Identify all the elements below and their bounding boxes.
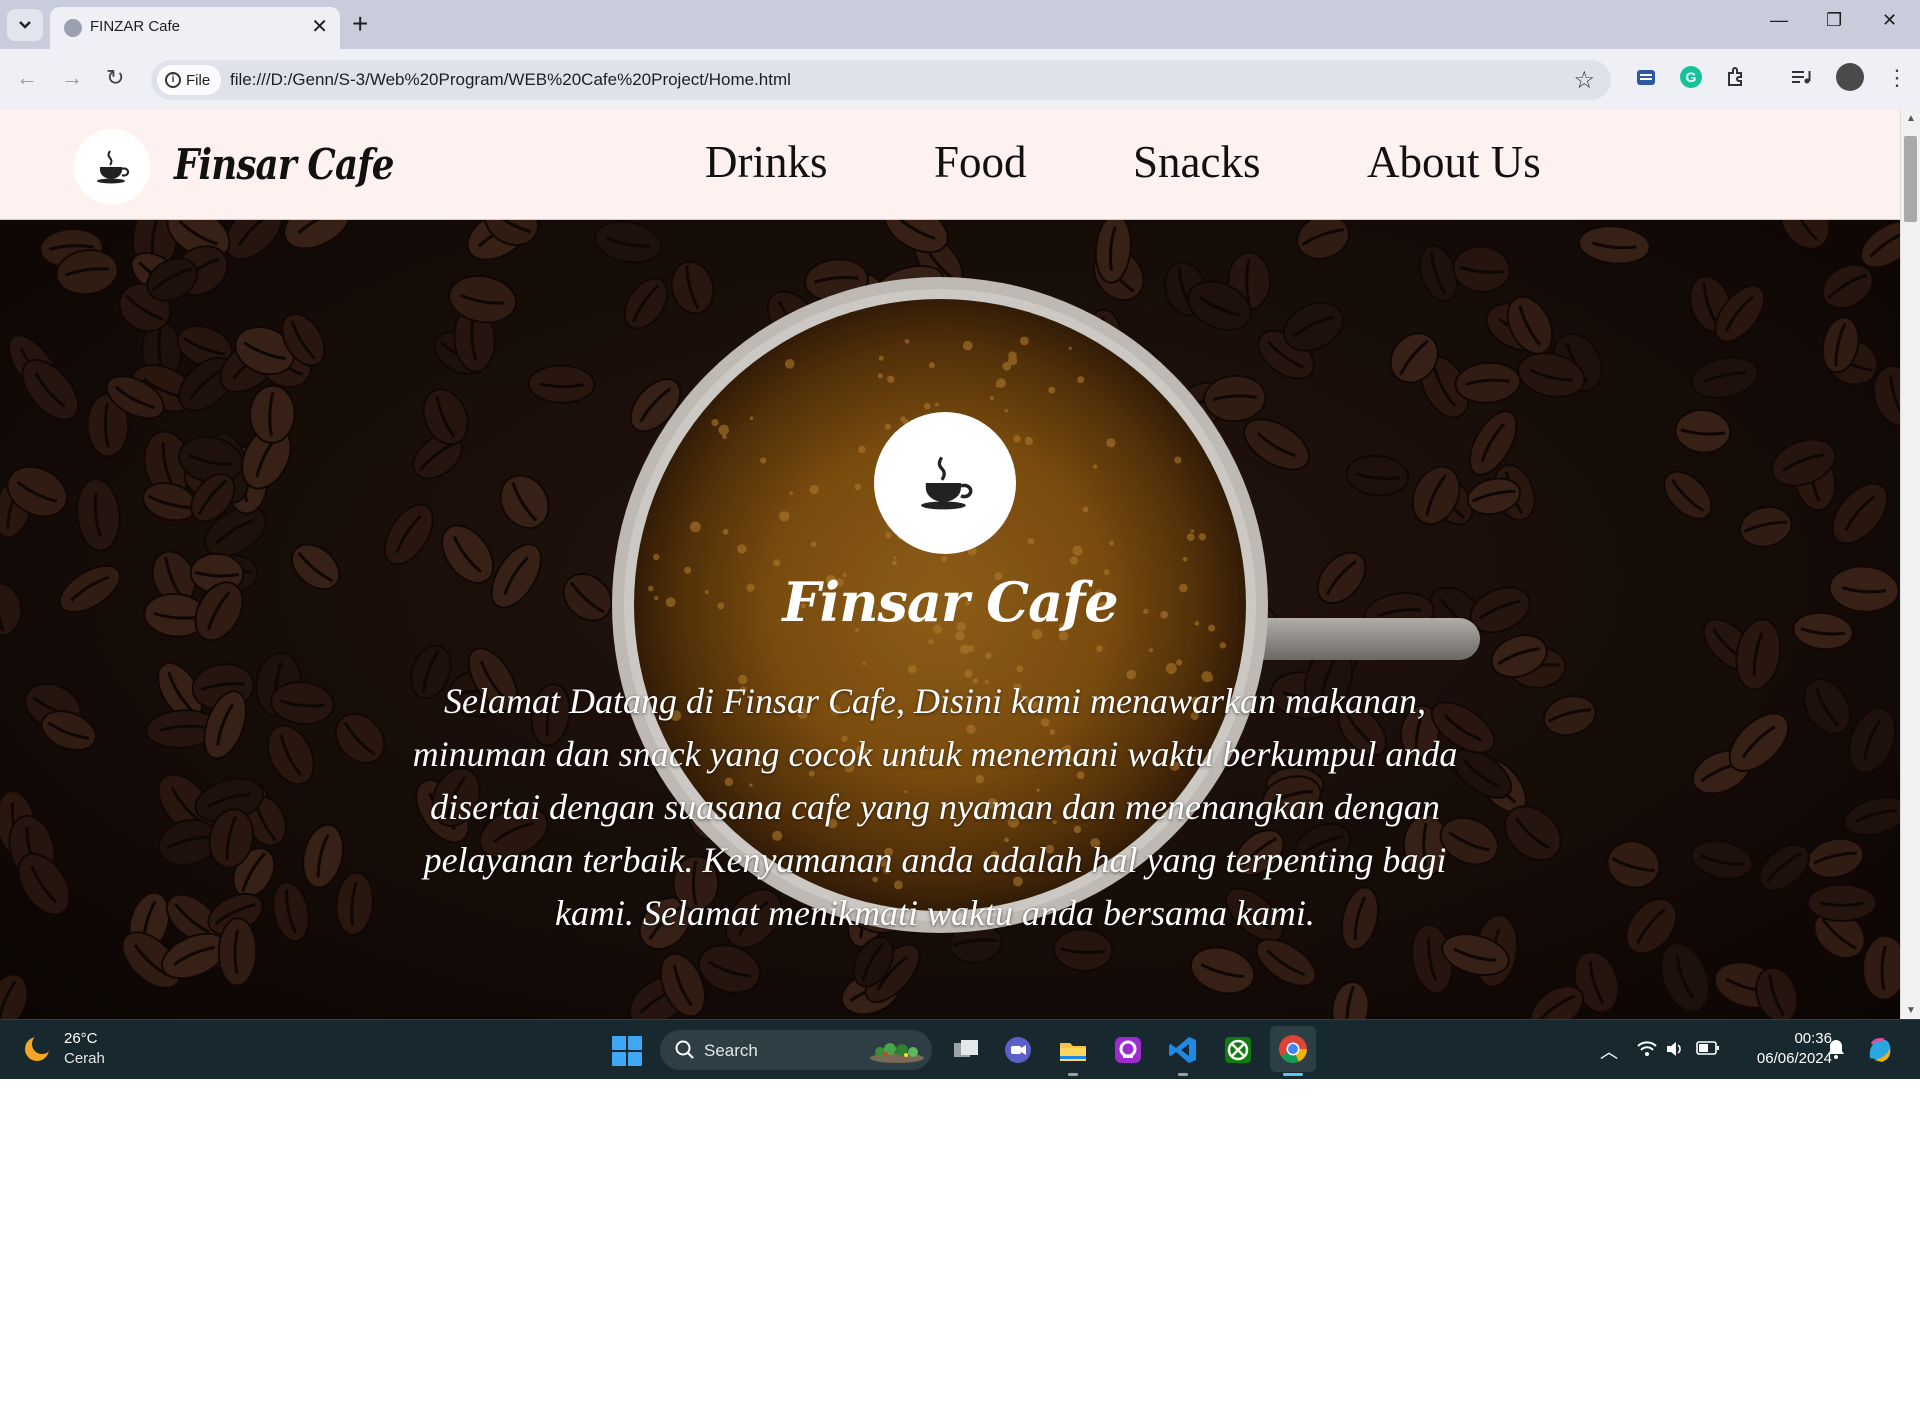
globe-icon <box>64 19 82 37</box>
active-indicator <box>1283 1073 1303 1076</box>
reload-icon[interactable]: ↻ <box>106 65 124 91</box>
nav-about-us[interactable]: About Us <box>1367 136 1541 188</box>
app-icon[interactable] <box>1112 1034 1144 1066</box>
brand-name: Finsar Cafe <box>174 140 394 189</box>
copilot-icon[interactable] <box>1864 1034 1896 1066</box>
meet-icon[interactable] <box>1002 1034 1034 1066</box>
tab-strip: FINZAR Cafe ✕ + — ❐ ✕ <box>0 0 1920 49</box>
site-header: Finsar Cafe Drinks Food Snacks About Us <box>0 110 1900 220</box>
profile-avatar[interactable] <box>1836 63 1864 91</box>
running-indicator <box>1178 1073 1188 1076</box>
browser-chrome: FINZAR Cafe ✕ + — ❐ ✕ ← → ↻ i File file:… <box>0 0 1920 110</box>
volume-icon[interactable] <box>1664 1039 1684 1059</box>
media-control-icon[interactable] <box>1789 65 1813 89</box>
clock-time[interactable]: 00:36 <box>1740 1030 1832 1047</box>
running-indicator <box>1068 1073 1078 1076</box>
search-highlight-icon <box>870 1043 924 1063</box>
nav-drinks[interactable]: Drinks <box>705 136 828 188</box>
chevron-up-icon[interactable]: ︿ <box>1600 1038 1618 1064</box>
vscode-icon[interactable] <box>1167 1034 1199 1066</box>
svg-text:G: G <box>1686 69 1697 85</box>
forward-icon[interactable]: → <box>61 65 83 91</box>
search-placeholder: Search <box>704 1041 758 1060</box>
xbox-icon[interactable] <box>1222 1034 1254 1066</box>
star-icon[interactable]: ☆ <box>1573 66 1595 95</box>
moon-weather-icon[interactable] <box>22 1034 52 1064</box>
chevron-down-icon <box>19 21 31 29</box>
hero-welcome-text: Selamat Datang di Finsar Cafe, Disini ka… <box>412 681 1458 933</box>
site-info-label: File <box>186 71 211 89</box>
tab-title: FINZAR Cafe <box>90 18 181 35</box>
minimize-icon[interactable]: — <box>1770 10 1788 31</box>
browser-toolbar: ← → ↻ i File file:///D:/Genn/S-3/Web%20P… <box>0 49 1920 110</box>
puzzle-icon[interactable] <box>1724 65 1748 89</box>
scroll-down-icon[interactable]: ▼ <box>1906 1005 1916 1016</box>
scroll-up-icon[interactable]: ▲ <box>1906 113 1916 124</box>
chrome-taskbar-button[interactable] <box>1270 1026 1316 1072</box>
menu-icon[interactable]: ⋮ <box>1886 65 1908 91</box>
battery-icon[interactable] <box>1696 1041 1720 1055</box>
site-logo[interactable] <box>74 129 150 205</box>
extension-icon[interactable] <box>1634 65 1658 89</box>
hero-title: Finsar Cafe <box>782 570 1118 634</box>
info-icon: i <box>165 72 181 88</box>
coffee-cup-icon <box>921 456 973 510</box>
file-explorer-icon[interactable] <box>1057 1034 1089 1066</box>
tab-search-button[interactable] <box>7 9 43 41</box>
weather-temperature: 26°C <box>64 1030 98 1047</box>
browser-tab[interactable]: FINZAR Cafe ✕ <box>50 7 340 49</box>
hero-logo <box>874 412 1016 554</box>
address-bar[interactable]: i File file:///D:/Genn/S-3/Web%20Program… <box>151 60 1611 100</box>
nav-food[interactable]: Food <box>934 136 1027 188</box>
coffee-cup-icon <box>97 150 130 184</box>
back-icon[interactable]: ← <box>16 65 38 91</box>
task-view-icon[interactable] <box>950 1034 982 1066</box>
notification-bell-icon[interactable] <box>1826 1038 1846 1060</box>
page-scrollbar[interactable]: ▲ ▼ <box>1900 110 1920 1019</box>
window-close-icon[interactable]: ✕ <box>1882 10 1897 31</box>
grammarly-icon[interactable]: G <box>1679 65 1703 89</box>
wifi-icon[interactable] <box>1636 1039 1658 1059</box>
taskbar-search[interactable]: Search <box>660 1030 932 1070</box>
page-viewport: Finsar Cafe Drinks Food Snacks About Us <box>0 110 1900 1019</box>
site-info-chip[interactable]: i File <box>157 65 221 95</box>
search-icon <box>675 1040 694 1059</box>
windows-taskbar: 26°C Cerah Search ︿ 00:36 06/06/2024 <box>0 1019 1920 1079</box>
close-tab-icon[interactable]: ✕ <box>311 15 328 39</box>
url-text[interactable]: file:///D:/Genn/S-3/Web%20Program/WEB%20… <box>230 70 791 90</box>
chrome-icon <box>1279 1035 1307 1063</box>
windows-start-icon[interactable] <box>612 1036 642 1066</box>
scroll-thumb[interactable] <box>1904 136 1917 222</box>
nav-snacks[interactable]: Snacks <box>1133 136 1261 188</box>
weather-description: Cerah <box>64 1050 105 1067</box>
restore-icon[interactable]: ❐ <box>1826 10 1842 31</box>
new-tab-button[interactable]: + <box>352 9 368 39</box>
clock-date[interactable]: 06/06/2024 <box>1730 1050 1832 1067</box>
hero-section: Finsar Cafe Selamat Datang di Finsar Caf… <box>0 220 1900 1019</box>
